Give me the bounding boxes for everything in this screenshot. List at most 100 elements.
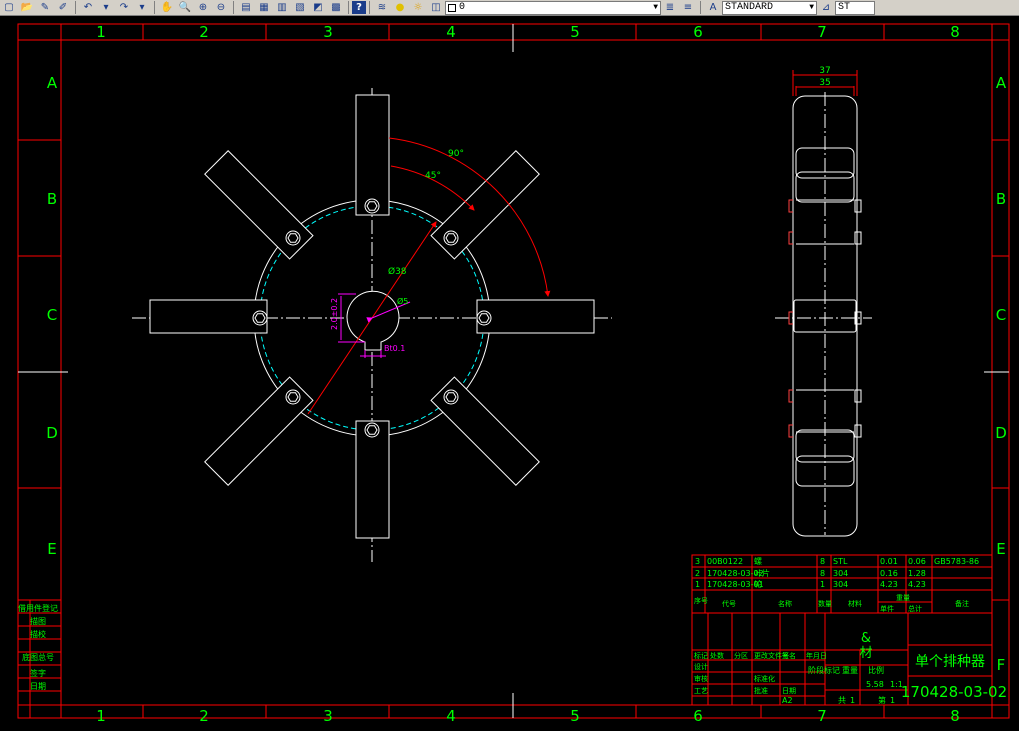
change-label: 年月日 xyxy=(806,651,827,660)
zone-column-label: 6 xyxy=(693,23,703,41)
zone-row-label: E xyxy=(996,540,1005,558)
sign-label: 工艺 xyxy=(694,687,708,695)
layer-on-icon[interactable]: ● xyxy=(391,0,409,15)
paddle-blade[interactable] xyxy=(355,420,390,539)
page-label: 第 xyxy=(878,695,886,705)
tool-palettes-icon[interactable]: ▥ xyxy=(273,0,291,15)
calculator-icon[interactable]: ▩ xyxy=(327,0,345,15)
drawing-title: 单个排种器 xyxy=(915,654,985,670)
zone-column-label: 2 xyxy=(199,23,209,41)
drawing-canvas[interactable]: 1 2 3 4 5 6 7 8 1 2 3 4 5 6 7 8 A B C D … xyxy=(0,16,1019,731)
pitch-diameter-text: Ø38 xyxy=(388,266,407,277)
dim-style-icon[interactable]: ⊿ xyxy=(817,0,835,15)
layer-dropdown[interactable]: 0 ▼ xyxy=(445,0,661,15)
layer-manager-icon[interactable]: ≋ xyxy=(373,0,391,15)
paddle-blade[interactable] xyxy=(476,299,595,334)
part-remark: GB5783-86 xyxy=(934,557,979,566)
layer-dropdown-value: 0 xyxy=(459,2,466,13)
new-file-icon[interactable]: ▢ xyxy=(0,0,18,15)
left-strip-label: 签字 xyxy=(30,668,46,678)
zone-row-label: B xyxy=(996,190,1006,208)
paddle-blade[interactable] xyxy=(355,94,390,216)
properties-icon[interactable]: ▤ xyxy=(237,0,255,15)
bolt-head[interactable] xyxy=(364,198,380,214)
chevron-down-icon: ▼ xyxy=(653,3,658,12)
bolt-head[interactable] xyxy=(476,310,492,326)
weight-label: 重量 xyxy=(842,665,858,675)
bolt-head[interactable] xyxy=(285,230,301,246)
keyway-width-text: Bt0.1 xyxy=(384,344,405,353)
zoom-window-icon[interactable]: ⊕ xyxy=(194,0,212,15)
header-total-weight: 总计 xyxy=(908,604,922,613)
header-weight: 重量 xyxy=(896,594,910,602)
part-name: 螺 xyxy=(754,556,762,566)
sheet-set-icon[interactable]: ▧ xyxy=(291,0,309,15)
layer-freeze-icon[interactable]: ☼ xyxy=(409,0,427,15)
bolt-head[interactable] xyxy=(443,389,459,405)
outer-border xyxy=(17,23,1010,719)
zone-column-label: 3 xyxy=(323,707,333,725)
zone-row-label: B xyxy=(47,190,57,208)
center-bore[interactable] xyxy=(346,290,400,351)
zone-row-label: A xyxy=(996,74,1007,92)
match-properties-icon[interactable]: ✎ xyxy=(36,0,54,15)
undo-dropdown-icon[interactable]: ▾ xyxy=(97,0,115,15)
text-style-dropdown[interactable]: STANDARD ▼ xyxy=(722,0,817,15)
bolt-head[interactable] xyxy=(252,310,268,326)
zoom-realtime-icon[interactable]: 🔍 xyxy=(176,0,194,15)
zone-column-label: 1 xyxy=(96,707,106,725)
sign-label: 日期 xyxy=(782,687,796,695)
zoom-previous-icon[interactable]: ⊖ xyxy=(212,0,230,15)
change-label: 处数 xyxy=(710,651,724,660)
make-layer-current-icon[interactable]: ≣ xyxy=(661,0,679,15)
paint-brush-icon[interactable]: ✐ xyxy=(54,0,72,15)
change-label: 标记 xyxy=(694,651,708,660)
drawing-frame xyxy=(17,23,1010,719)
zone-column-label: 4 xyxy=(446,23,456,41)
left-strip-label: 描校 xyxy=(30,629,46,639)
part-unit-weight: 0.01 xyxy=(880,557,898,566)
header-code: 代号 xyxy=(722,599,736,608)
zone-row-label: D xyxy=(46,424,58,442)
zone-column-label: 7 xyxy=(817,707,827,725)
markup-icon[interactable]: ◩ xyxy=(309,0,327,15)
change-label: 签名 xyxy=(782,651,796,660)
left-strip-label: 日期 xyxy=(30,682,46,691)
toolbar-separator xyxy=(369,1,370,14)
redo-icon[interactable]: ↷ xyxy=(115,0,133,15)
header-qty: 数量 xyxy=(818,599,832,608)
pan-icon[interactable]: ✋ xyxy=(158,0,176,15)
text-style-icon[interactable]: A xyxy=(704,0,722,15)
keyway-depth-text: 2.0±0.2 xyxy=(330,298,339,330)
bolt-head[interactable] xyxy=(285,389,301,405)
paddle-blade[interactable] xyxy=(149,299,268,334)
redo-dropdown-icon[interactable]: ▾ xyxy=(133,0,151,15)
text-style-value: STANDARD xyxy=(725,2,774,13)
bolt-head[interactable] xyxy=(443,230,459,246)
zone-row-label: C xyxy=(47,306,57,324)
part-unit-weight: 4.23 xyxy=(880,580,898,589)
help-icon[interactable]: ? xyxy=(352,1,366,14)
side-view[interactable]: 37 35 xyxy=(775,66,872,537)
zone-column-label: 3 xyxy=(323,23,333,41)
outer-width-text: 37 xyxy=(819,66,830,76)
page-value: 1 xyxy=(890,696,895,705)
open-icon[interactable]: 📂 xyxy=(18,0,36,15)
design-center-icon[interactable]: ▦ xyxy=(255,0,273,15)
zone-row-label: F xyxy=(997,656,1006,674)
toolbar-separator xyxy=(348,1,349,14)
part-material: 304 xyxy=(833,580,848,589)
sign-label: 审核 xyxy=(694,674,708,683)
keyway-width-dim xyxy=(360,350,386,358)
layer-previous-icon[interactable]: ≡ xyxy=(679,0,697,15)
zone-row-label: A xyxy=(47,74,58,92)
bore-diameter-text: Ø5 xyxy=(397,296,408,306)
dim-style-dropdown[interactable]: ST xyxy=(835,0,875,15)
bolt-head[interactable] xyxy=(364,422,380,438)
parts-list-row: 1 170428-03-01 轮 1 304 4.23 4.23 xyxy=(695,579,926,589)
layer-lock-icon[interactable]: ◫ xyxy=(427,0,445,15)
undo-icon[interactable]: ↶ xyxy=(79,0,97,15)
front-view[interactable]: 90° 45° Ø38 Ø5 2.0±0.2 Bt0.1 xyxy=(132,88,612,562)
sign-label: 批准 xyxy=(754,686,768,695)
zone-column-label: 2 xyxy=(199,707,209,725)
